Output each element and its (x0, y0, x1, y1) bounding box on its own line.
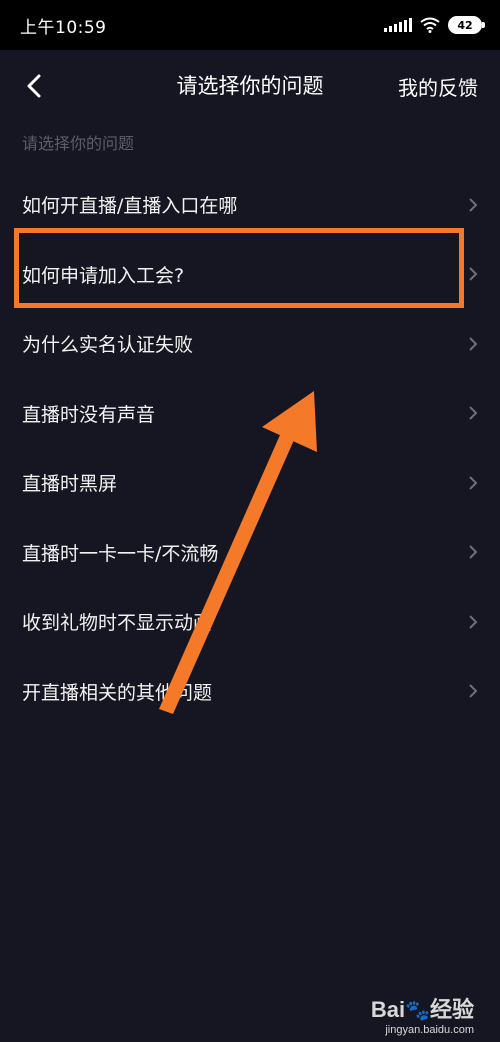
question-item-gift-animation[interactable]: 收到礼物时不显示动画 (0, 587, 500, 657)
question-label: 直播时一卡一卡/不流畅 (22, 542, 219, 565)
question-label: 直播时没有声音 (22, 403, 156, 426)
watermark-url: jingyan.baidu.com (385, 1024, 474, 1036)
status-bar: 上午10:59 42 (0, 0, 500, 50)
watermark-logo: Bai🐾经验 (371, 992, 474, 1024)
chevron-right-icon (469, 406, 478, 420)
app-screen: 上午10:59 42 请选择你的问题 我的反馈 请选择你的问题 如何开直播/直播… (0, 0, 500, 1042)
question-item-join-guild[interactable]: 如何申请加入工会? (0, 240, 500, 310)
battery-icon: 42 (448, 16, 485, 34)
question-item-realname-failed[interactable]: 为什么实名认证失败 (0, 309, 500, 379)
status-icons: 42 (384, 14, 485, 36)
chevron-right-icon (469, 476, 478, 490)
my-feedback-link[interactable]: 我的反馈 (398, 72, 478, 101)
wifi-icon (420, 17, 440, 33)
watermark: Bai🐾经验 jingyan.baidu.com (371, 992, 474, 1036)
question-label: 如何开直播/直播入口在哪 (22, 195, 238, 218)
chevron-right-icon (469, 198, 478, 212)
chevron-right-icon (469, 615, 478, 629)
chevron-right-icon (469, 267, 478, 281)
signal-icon (384, 18, 412, 32)
watermark-logo-suffix: 经验 (429, 997, 474, 1022)
header: 请选择你的问题 我的反馈 (0, 50, 500, 120)
question-item-lag[interactable]: 直播时一卡一卡/不流畅 (0, 518, 500, 588)
question-label: 直播时黑屏 (22, 473, 118, 496)
section-label: 请选择你的问题 (22, 134, 135, 153)
question-item-black-screen[interactable]: 直播时黑屏 (0, 448, 500, 518)
chevron-right-icon (469, 337, 478, 351)
chevron-right-icon (469, 545, 478, 559)
question-item-start-live[interactable]: 如何开直播/直播入口在哪 (0, 170, 500, 240)
chevron-right-icon (469, 684, 478, 698)
question-item-no-sound[interactable]: 直播时没有声音 (0, 379, 500, 449)
question-label: 如何申请加入工会? (22, 264, 185, 287)
question-label: 收到礼物时不显示动画 (22, 612, 213, 635)
watermark-logo-text: Bai (370, 997, 406, 1022)
question-item-other[interactable]: 开直播相关的其他问题 (0, 657, 500, 727)
question-label: 开直播相关的其他问题 (22, 681, 213, 704)
status-time: 上午10:59 (20, 18, 107, 38)
question-label: 为什么实名认证失败 (22, 334, 194, 357)
question-list: 如何开直播/直播入口在哪 如何申请加入工会? 为什么实名认证失败 直播时没有声音… (0, 170, 500, 726)
paw-icon: 🐾 (405, 1000, 430, 1022)
